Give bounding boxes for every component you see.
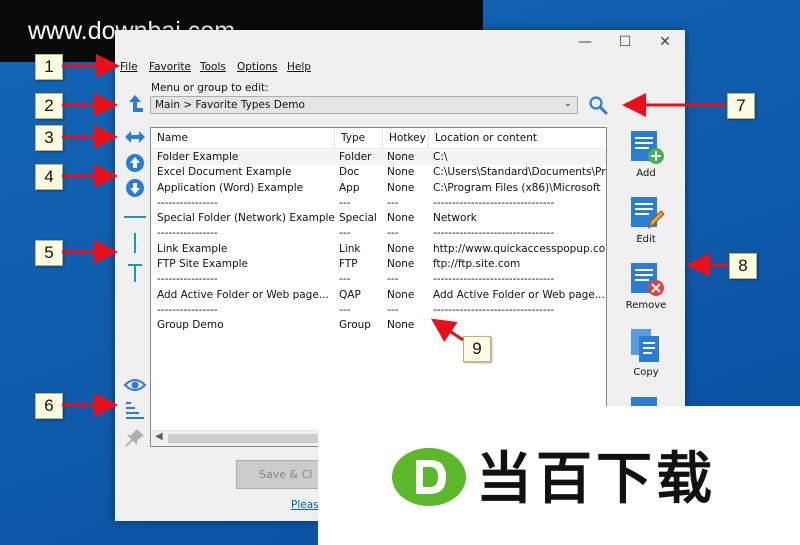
arrow-9 — [431, 318, 464, 342]
brand-text: 当百下载 — [476, 447, 716, 512]
brand-logo-icon — [392, 448, 466, 506]
watermark-brand-panel: 当百下载 — [318, 406, 800, 545]
